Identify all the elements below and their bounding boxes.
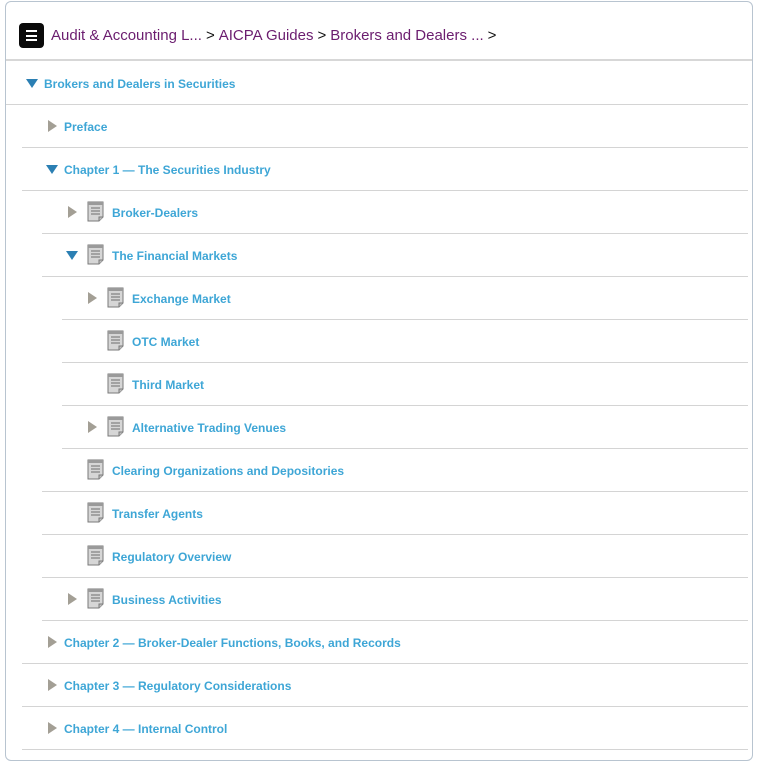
tree-item-label[interactable]: Regulatory Overview — [112, 550, 231, 564]
tree-row[interactable]: Business Activities — [6, 578, 752, 621]
tree-row[interactable]: Alternative Trading Venues — [6, 406, 752, 449]
collapsed-triangle-icon[interactable] — [68, 206, 77, 218]
menu-line — [26, 39, 37, 41]
menu-line — [26, 34, 37, 37]
tree-row[interactable]: Chapter 1 — The Securities Industry — [6, 148, 752, 191]
tree-item-label[interactable]: OTC Market — [132, 335, 199, 349]
tree-item-label[interactable]: Exchange Market — [132, 292, 231, 306]
document-icon — [107, 330, 124, 351]
collapsed-triangle-icon[interactable] — [88, 421, 97, 433]
breadcrumb-separator: > — [205, 27, 215, 44]
expanded-triangle-icon[interactable] — [66, 251, 78, 260]
tree-item-label[interactable]: Alternative Trading Venues — [132, 421, 286, 435]
tree-item-label[interactable]: Third Market — [132, 378, 204, 392]
tree-item-label[interactable]: Clearing Organizations and Depositories — [112, 464, 344, 478]
tree-item-label[interactable]: The Financial Markets — [112, 249, 237, 263]
document-icon — [107, 287, 124, 308]
expanded-triangle-icon[interactable] — [46, 165, 58, 174]
collapsed-triangle-icon[interactable] — [48, 722, 57, 734]
tree-row[interactable]: Third Market — [6, 363, 752, 406]
tree-row[interactable]: Exchange Market — [6, 277, 752, 320]
breadcrumb-separator: > — [317, 27, 327, 44]
tree-row[interactable]: OTC Market — [6, 320, 752, 363]
document-icon — [87, 588, 104, 609]
collapsed-triangle-icon[interactable] — [48, 679, 57, 691]
tree-row[interactable]: Brokers and Dealers in Securities — [6, 62, 752, 105]
tree-item-label[interactable]: Broker-Dealers — [112, 206, 198, 220]
breadcrumb-bar: Audit & Accounting L... > AICPA Guides > Bro… — [6, 2, 752, 61]
document-icon — [87, 545, 104, 566]
row-divider — [22, 749, 748, 750]
document-icon — [87, 502, 104, 523]
breadcrumb-item-library[interactable]: Audit & Accounting L... — [51, 27, 202, 44]
toc-panel: Audit & Accounting L... > AICPA Guides > Bro… — [5, 1, 753, 761]
document-icon — [87, 201, 104, 222]
breadcrumb: Audit & Accounting L... > AICPA Guides > Bro… — [51, 27, 500, 45]
breadcrumb-separator: > — [487, 27, 497, 44]
tree-row[interactable]: Preface — [6, 105, 752, 148]
tree-row[interactable]: Clearing Organizations and Depositories — [6, 449, 752, 492]
breadcrumb-item-current[interactable]: Brokers and Dealers ... — [330, 27, 483, 44]
tree-row[interactable]: Chapter 3 — Regulatory Considerations — [6, 664, 752, 707]
document-icon — [107, 416, 124, 437]
tree-row[interactable]: Regulatory Overview — [6, 535, 752, 578]
hamburger-menu-button[interactable] — [19, 23, 44, 48]
collapsed-triangle-icon[interactable] — [48, 120, 57, 132]
tree-item-label[interactable]: Chapter 4 — Internal Control — [64, 722, 227, 736]
tree-item-label[interactable]: Brokers and Dealers in Securities — [44, 77, 235, 91]
breadcrumb-item-guides[interactable]: AICPA Guides — [219, 27, 314, 44]
tree-item-label[interactable]: Transfer Agents — [112, 507, 203, 521]
tree-row[interactable]: Chapter 2 — Broker-Dealer Functions, Boo… — [6, 621, 752, 664]
document-icon — [87, 244, 104, 265]
tree-row[interactable]: The Financial Markets — [6, 234, 752, 277]
document-icon — [87, 459, 104, 480]
tree-row[interactable]: Transfer Agents — [6, 492, 752, 535]
tree-item-label[interactable]: Chapter 3 — Regulatory Considerations — [64, 679, 291, 693]
collapsed-triangle-icon[interactable] — [88, 292, 97, 304]
collapsed-triangle-icon[interactable] — [68, 593, 77, 605]
tree-item-label[interactable]: Chapter 2 — Broker-Dealer Functions, Boo… — [64, 636, 401, 650]
tree-row[interactable]: Chapter 4 — Internal Control — [6, 707, 752, 750]
tree-item-label[interactable]: Chapter 1 — The Securities Industry — [64, 163, 271, 177]
tree-item-label[interactable]: Business Activities — [112, 593, 222, 607]
collapsed-triangle-icon[interactable] — [48, 636, 57, 648]
menu-line — [26, 30, 37, 32]
expanded-triangle-icon[interactable] — [26, 79, 38, 88]
tree-row[interactable]: Broker-Dealers — [6, 191, 752, 234]
tree-item-label[interactable]: Preface — [64, 120, 107, 134]
document-icon — [107, 373, 124, 394]
